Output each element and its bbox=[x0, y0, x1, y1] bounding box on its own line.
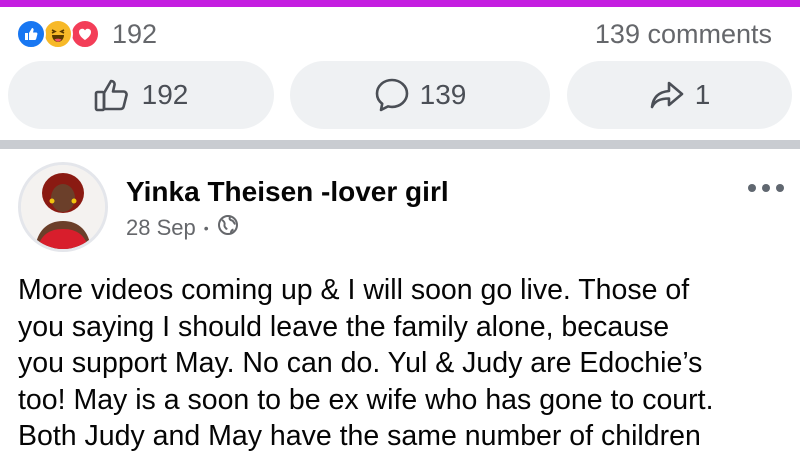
reactions-summary[interactable]: 192 bbox=[16, 16, 157, 52]
post-text-line: Both Judy and May have the same number o… bbox=[18, 420, 701, 452]
author-name[interactable]: Yinka Theisen -lover girl bbox=[126, 176, 449, 208]
like-reaction-icon bbox=[16, 19, 46, 49]
post-text-line: you support May. No can do. Yul & Judy a… bbox=[18, 347, 703, 379]
share-arrow-icon bbox=[649, 79, 685, 111]
globe-icon bbox=[217, 214, 239, 242]
top-accent-bar bbox=[0, 0, 800, 7]
comment-button[interactable]: 139 bbox=[290, 61, 550, 129]
reaction-count: 192 bbox=[112, 18, 158, 49]
post-text-line: too! May is a soon to be ex wife who has… bbox=[18, 383, 714, 416]
post-divider bbox=[0, 140, 800, 149]
post-date[interactable]: 28 Sep bbox=[126, 215, 196, 241]
love-reaction-icon bbox=[70, 19, 100, 49]
like-button[interactable]: 192 bbox=[8, 61, 274, 129]
post-text-line: More videos coming up & I will soon go l… bbox=[18, 274, 690, 306]
comment-count: 139 bbox=[419, 79, 467, 110]
meta-separator: • bbox=[203, 220, 209, 236]
like-count: 192 bbox=[141, 79, 189, 110]
thumbs-up-icon bbox=[94, 77, 132, 113]
share-button[interactable]: 1 bbox=[567, 61, 792, 129]
share-count: 1 bbox=[694, 79, 711, 110]
post-meta: 28 Sep • bbox=[126, 214, 239, 242]
comments-count-link[interactable]: 139 comments bbox=[595, 16, 772, 52]
reaction-icons bbox=[16, 16, 108, 52]
post-text-line: you saying I should leave the family alo… bbox=[18, 310, 670, 343]
author-avatar[interactable] bbox=[18, 162, 108, 252]
comment-bubble-icon bbox=[374, 77, 410, 113]
more-options-icon[interactable] bbox=[748, 176, 784, 200]
haha-reaction-icon bbox=[43, 19, 73, 49]
post-text: More videos coming up & I will soon go l… bbox=[18, 272, 793, 455]
